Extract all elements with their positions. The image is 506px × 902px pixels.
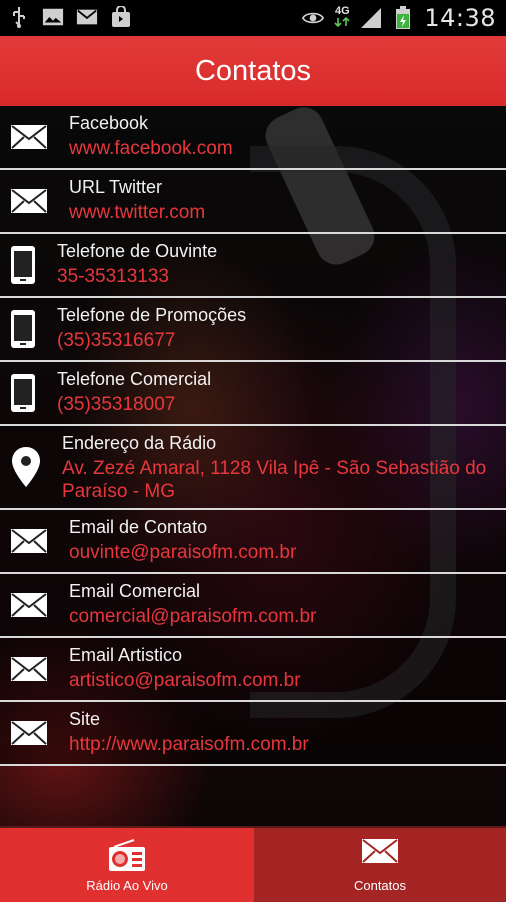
contact-row-site[interactable]: Site http://www.paraisofm.com.br	[0, 702, 506, 766]
gmail-icon	[76, 6, 98, 28]
contact-label: Email Artistico	[69, 645, 183, 665]
mail-icon	[9, 702, 49, 764]
contact-value-link[interactable]: http://www.paraisofm.com.br	[69, 733, 500, 756]
contact-row-commercial-phone[interactable]: Telefone Comercial (35)35318007	[0, 362, 506, 426]
clock: 14:38	[424, 4, 496, 32]
eye-icon	[302, 7, 325, 29]
phone-icon	[8, 298, 38, 360]
shopping-bag-icon	[110, 6, 132, 28]
contact-label: Site	[69, 709, 101, 729]
contact-row-commercial-email[interactable]: Email Comercial comercial@paraisofm.com.…	[0, 574, 506, 638]
contact-label: Email Comercial	[69, 581, 201, 601]
contact-row-facebook[interactable]: Facebook www.facebook.com	[0, 106, 506, 170]
bottom-navigation: Rádio Ao Vivo Contatos	[0, 826, 506, 902]
contact-value-link[interactable]: 35-35313133	[57, 265, 500, 288]
mail-icon	[9, 106, 49, 168]
contact-row-listener-phone[interactable]: Telefone de Ouvinte 35-35313133	[0, 234, 506, 298]
mail-icon	[9, 510, 49, 572]
contact-label: Telefone de Promoções	[57, 305, 247, 325]
contact-value-link[interactable]: (35)35316677	[57, 329, 500, 352]
mail-icon	[9, 170, 49, 232]
tab-label: Contatos	[353, 878, 407, 893]
contact-label: Email de Contato	[69, 517, 208, 537]
contact-label: Telefone Comercial	[57, 369, 212, 389]
mail-icon	[9, 638, 49, 700]
mail-icon	[254, 838, 506, 864]
location-pin-icon	[8, 426, 44, 508]
contact-row-twitter[interactable]: URL Twitter www.twitter.com	[0, 170, 506, 234]
contact-value-link[interactable]: (35)35318007	[57, 393, 500, 416]
phone-icon	[8, 234, 38, 296]
app-header: Contatos	[0, 36, 506, 106]
contact-value-link[interactable]: artistico@paraisofm.com.br	[69, 669, 500, 692]
image-icon	[42, 6, 64, 28]
contact-value-link[interactable]: comercial@paraisofm.com.br	[69, 605, 500, 628]
network-type-indicator: 4G	[334, 6, 350, 30]
phone-icon	[8, 362, 38, 424]
contact-row-artistic-email[interactable]: Email Artistico artistico@paraisofm.com.…	[0, 638, 506, 702]
usb-icon	[8, 6, 30, 28]
contact-row-address[interactable]: Endereço da Rádio Av. Zezé Amaral, 1128 …	[0, 426, 506, 510]
contact-label: Facebook	[69, 113, 149, 133]
contact-value-link[interactable]: Av. Zezé Amaral, 1128 Vila Ipê - São Seb…	[62, 457, 500, 503]
mail-icon	[9, 574, 49, 636]
contact-list: Facebook www.facebook.com URL Twitter ww…	[0, 106, 506, 766]
tab-radio-ao-vivo[interactable]: Rádio Ao Vivo	[0, 828, 254, 902]
contact-row-promo-phone[interactable]: Telefone de Promoções (35)35316677	[0, 298, 506, 362]
contact-label: Endereço da Rádio	[62, 433, 217, 453]
battery-icon	[392, 6, 414, 29]
contact-row-contact-email[interactable]: Email de Contato ouvinte@paraisofm.com.b…	[0, 510, 506, 574]
signal-icon	[360, 7, 382, 29]
page-title: Contatos	[194, 55, 312, 87]
status-bar: 4G 14:38	[0, 0, 506, 36]
contact-value-link[interactable]: www.twitter.com	[69, 201, 500, 224]
contact-value-link[interactable]: ouvinte@paraisofm.com.br	[69, 541, 500, 564]
contact-label: URL Twitter	[69, 177, 163, 197]
contact-label: Telefone de Ouvinte	[57, 241, 218, 261]
radio-icon	[0, 838, 254, 872]
contact-value-link[interactable]: www.facebook.com	[69, 137, 500, 160]
tab-label: Rádio Ao Vivo	[86, 878, 168, 893]
tab-contatos[interactable]: Contatos	[254, 828, 506, 902]
